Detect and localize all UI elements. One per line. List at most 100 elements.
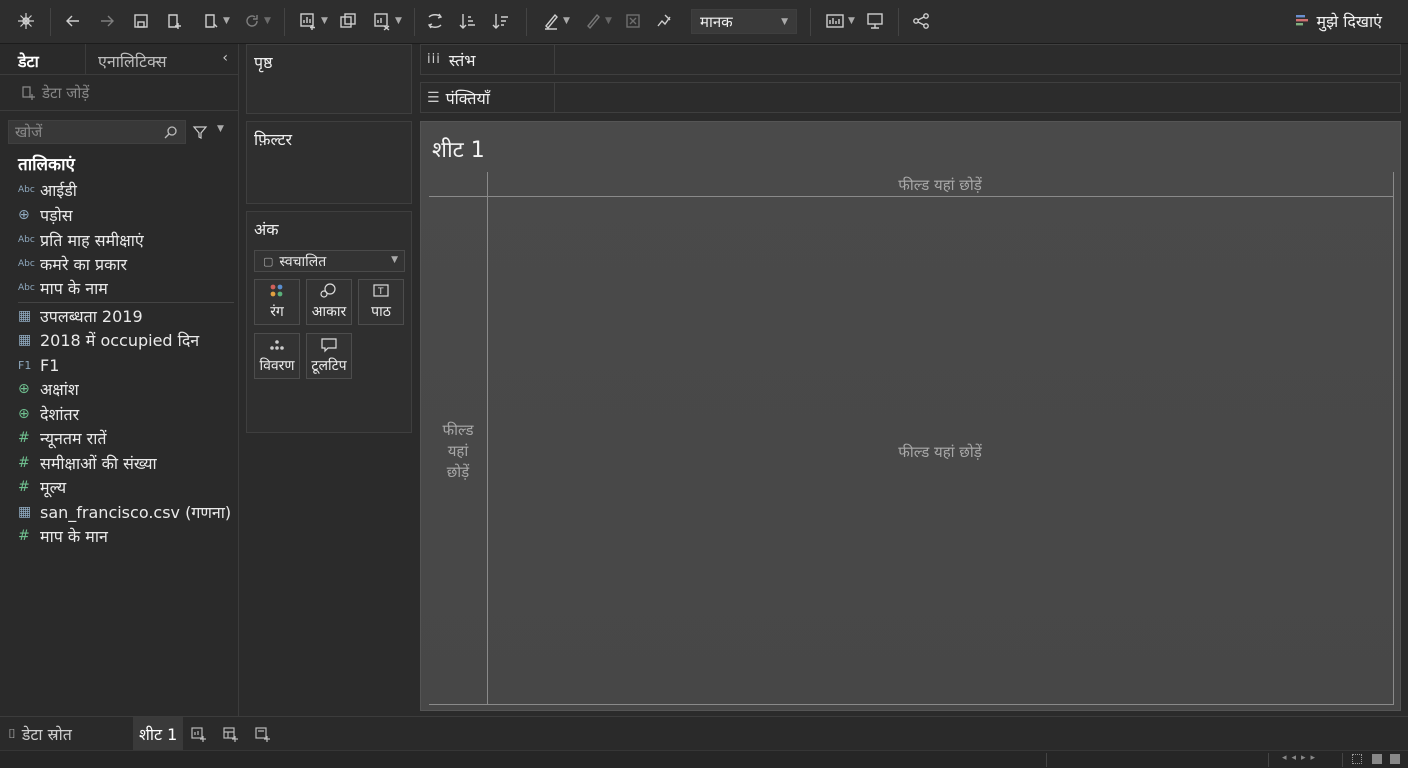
fit-dropdown[interactable]: मानक ▼ (691, 9, 797, 34)
field-item[interactable]: Abc कमरे का प्रकार (18, 253, 127, 275)
show-filmstrip-icon[interactable] (1352, 754, 1362, 764)
duplicate-sheet-icon[interactable] (337, 8, 359, 34)
size-button[interactable]: आकार (306, 279, 352, 325)
refresh-button[interactable]: ▼ (240, 8, 274, 34)
text-icon: T (372, 280, 390, 302)
number-type-icon: # (18, 430, 30, 446)
sort-descending-icon[interactable] (490, 8, 512, 34)
toolbar-separator (284, 8, 285, 36)
show-labels-button[interactable]: ▼ (822, 8, 858, 34)
worksheet-view: शीट 1 फील्ड यहां छोड़ें फील्ड यहां छोड़े… (420, 121, 1401, 711)
new-worksheet-icon[interactable] (190, 717, 208, 751)
show-me-button[interactable]: मुझे दिखाएं (1295, 10, 1382, 32)
rows-icon: ☰ (427, 89, 440, 106)
clear-sheet-button[interactable]: ▼ (368, 8, 406, 34)
field-label: कमरे का प्रकार (40, 255, 128, 274)
swap-rows-columns-icon[interactable] (424, 8, 446, 34)
text-button[interactable]: T पाठ (358, 279, 404, 325)
string-type-icon: Abc (18, 259, 35, 269)
toolbar-separator (898, 8, 899, 36)
corner-divider (429, 196, 487, 197)
view-right-border (1393, 172, 1394, 704)
drop-field-rows[interactable]: फील्ड यहां छोड़ें (429, 420, 487, 483)
sheet-title[interactable]: शीट 1 (432, 134, 485, 164)
field-item[interactable]: # मूल्य (18, 476, 66, 498)
new-dashboard-icon[interactable] (222, 717, 240, 751)
undo-icon[interactable] (62, 8, 84, 34)
table-icon: ▦ (18, 308, 32, 324)
filter-options-chevron-icon[interactable]: ▼ (217, 124, 224, 134)
status-divider (1342, 753, 1343, 767)
show-sheet-sorter-icon[interactable] (1390, 754, 1400, 764)
pages-card[interactable]: पृष्ठ (246, 44, 412, 114)
highlight-button[interactable]: ▼ (538, 8, 574, 34)
sheet-navigation-arrows-icon[interactable]: ◂◂▸▸ (1282, 753, 1320, 763)
tab-analytics[interactable]: एनालिटिक्स (86, 44, 167, 75)
field-item[interactable]: Abc माप के नाम (18, 277, 108, 299)
string-type-icon: Abc (18, 235, 35, 245)
show-mark-labels-icon[interactable] (622, 8, 644, 34)
field-item[interactable]: # समीक्षाओं की संख्या (18, 452, 157, 474)
field-item[interactable]: # न्यूनतम रातें (18, 427, 106, 449)
color-label: रंग (270, 304, 284, 320)
tab-data[interactable]: डेटा (0, 44, 86, 75)
drop-rows-line-1: फील्ड (442, 421, 474, 439)
new-story-icon[interactable] (254, 717, 272, 751)
field-item[interactable]: Abc प्रति माह समीक्षाएं (18, 229, 144, 251)
sort-ascending-icon[interactable] (457, 8, 479, 34)
mark-type-dropdown[interactable]: ▢ स्वचालित ▼ (254, 250, 405, 272)
sheet-tab-1[interactable]: शीट 1 (133, 717, 184, 751)
tooltip-button[interactable]: टूलटिप (306, 333, 352, 379)
pause-updates-button[interactable]: ▼ (196, 8, 236, 34)
string-type-icon: Abc (18, 185, 35, 195)
filters-card[interactable]: फ़िल्टर (246, 121, 412, 204)
columns-shelf[interactable]: iii स्तंभ (420, 44, 1401, 75)
add-connection-row[interactable]: डेटा जोड़ें (0, 75, 238, 111)
field-item[interactable]: ▦ उपलब्धता 2019 (18, 305, 143, 327)
drop-field-columns[interactable]: फील्ड यहां छोड़ें (487, 175, 1393, 195)
rows-shelf[interactable]: ☰ पंक्तियाँ (420, 82, 1401, 113)
field-item[interactable]: ⊕ अक्षांश (18, 378, 79, 400)
marks-card-title: अंक (254, 220, 279, 239)
tableau-logo-icon[interactable] (14, 8, 38, 34)
columns-shelf-label: iii स्तंभ (421, 45, 555, 74)
automatic-mark-icon: ▢ (263, 254, 274, 268)
globe-icon: ⊕ (18, 406, 30, 422)
string-type-icon: Abc (18, 283, 35, 293)
field-label: मूल्य (40, 478, 67, 497)
field-label: आईडी (40, 181, 77, 200)
show-tabs-icon[interactable] (1372, 754, 1382, 764)
field-label: अक्षांश (40, 380, 79, 399)
collapse-pane-icon[interactable]: ‹ (222, 50, 228, 66)
search-placeholder: खोजें (15, 123, 43, 141)
new-data-source-icon[interactable] (163, 8, 185, 34)
color-icon (268, 280, 286, 302)
field-item[interactable]: ▦ san_francisco.csv (गणना) (18, 501, 231, 523)
share-icon[interactable] (910, 8, 932, 34)
search-input[interactable]: खोजें (8, 120, 186, 144)
filter-icon[interactable] (192, 124, 208, 140)
field-item[interactable]: ⊕ देशांतर (18, 403, 79, 425)
field-label: माप के नाम (40, 279, 108, 298)
detail-button[interactable]: विवरण (254, 333, 300, 379)
field-item[interactable]: F1 F1 (18, 354, 59, 376)
field-item[interactable]: # माप के मान (18, 525, 108, 547)
field-item[interactable]: Abc आईडी (18, 179, 77, 201)
drop-field-center[interactable]: फील्ड यहां छोड़ें (487, 442, 1393, 462)
field-label: प्रति माह समीक्षाएं (40, 231, 144, 250)
save-icon[interactable] (130, 8, 152, 34)
data-source-tab[interactable]: ⌷ डेटा स्रोत (8, 717, 72, 751)
search-icon (164, 126, 177, 139)
table-icon: ▦ (18, 332, 32, 348)
group-members-button[interactable]: ▼ (580, 8, 616, 34)
presentation-mode-icon[interactable] (864, 8, 886, 34)
field-item[interactable]: ⊕ पड़ोस (18, 204, 73, 226)
new-worksheet-button[interactable]: ▼ (294, 8, 332, 34)
chevron-down-icon: ▼ (391, 255, 398, 265)
color-button[interactable]: रंग (254, 279, 300, 325)
tables-header: तालिकाएं (18, 155, 75, 175)
redo-icon[interactable] (96, 8, 118, 34)
detail-icon (268, 334, 286, 356)
field-item[interactable]: ▦ 2018 में occupied दिन (18, 329, 199, 351)
fix-axes-icon[interactable] (653, 8, 675, 34)
